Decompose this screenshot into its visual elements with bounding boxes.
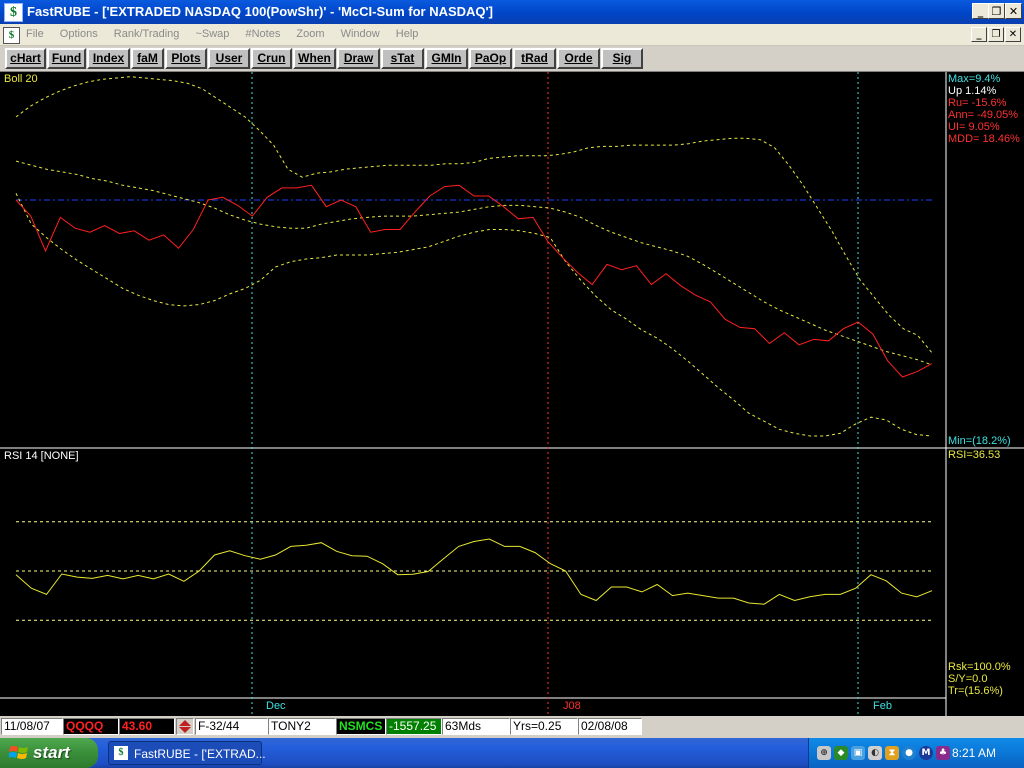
stat-up: Up 1.14% bbox=[948, 85, 997, 97]
status-bar: 11/08/07 QQQQ 43.60 F-32/44 TONY2 NSMCS … bbox=[0, 716, 1024, 738]
menu-bar: $ File Options Rank/Trading ~Swap #Notes… bbox=[0, 24, 1024, 46]
index-button[interactable]: Index bbox=[87, 48, 130, 69]
dollar-app-icon[interactable]: $ bbox=[4, 3, 23, 22]
when-button[interactable]: When bbox=[293, 48, 336, 69]
filter-field[interactable]: F-32/44 bbox=[195, 718, 268, 735]
rsi-panel-title: RSI 14 [NONE] bbox=[4, 450, 79, 462]
menu-file[interactable]: File bbox=[26, 28, 44, 40]
plots-button[interactable]: Plots bbox=[165, 48, 207, 69]
rsi-line bbox=[15, 538, 933, 605]
close-button[interactable]: ✕ bbox=[1005, 3, 1022, 19]
windows-logo-icon bbox=[9, 746, 28, 759]
upper-band-line bbox=[15, 76, 933, 354]
system-clock: 8:21 AM bbox=[952, 746, 997, 760]
stat-rsi: RSI=36.53 bbox=[948, 449, 1001, 461]
chart-canvas[interactable] bbox=[0, 72, 1024, 716]
m-app-icon[interactable]: M bbox=[919, 746, 933, 760]
boll-panel-title: Boll 20 bbox=[4, 73, 38, 85]
stat-button[interactable]: sTat bbox=[381, 48, 424, 69]
menu-zoom[interactable]: Zoom bbox=[296, 28, 324, 40]
taskbar-app-label: FastRUBE - ['EXTRAD... bbox=[134, 747, 266, 761]
price-line bbox=[15, 184, 933, 378]
network-icon[interactable]: ⊕ bbox=[817, 746, 831, 760]
lower-band-line bbox=[15, 193, 933, 437]
stat-ann: Ann= -49.05% bbox=[948, 109, 1019, 121]
trad-button[interactable]: tRad bbox=[513, 48, 556, 69]
ticker-field[interactable]: QQQQ bbox=[63, 718, 119, 735]
menu-help[interactable]: Help bbox=[396, 28, 419, 40]
doc-close-button[interactable]: ✕ bbox=[1005, 27, 1021, 42]
x-label-dec: Dec bbox=[266, 700, 286, 712]
gmin-button[interactable]: GMIn bbox=[425, 48, 468, 69]
paop-button[interactable]: PaOp bbox=[469, 48, 512, 69]
orde-button[interactable]: Orde bbox=[557, 48, 600, 69]
menu-notes[interactable]: #Notes bbox=[245, 28, 280, 40]
taskbar-app-button[interactable]: $ FastRUBE - ['EXTRAD... bbox=[108, 741, 266, 765]
menu-swap[interactable]: ~Swap bbox=[195, 28, 229, 40]
menu-window[interactable]: Window bbox=[341, 28, 380, 40]
title-bar: $ FastRUBE - ['EXTRADED NASDAQ 100(PowSh… bbox=[0, 0, 1024, 24]
doc-minimize-button[interactable]: _ bbox=[971, 27, 987, 42]
stat-sy: S/Y=0.0 bbox=[948, 673, 988, 685]
middle-band-line bbox=[15, 160, 933, 366]
chart-area[interactable]: Boll 20 RSI 14 [NONE] Max=9.4% Up 1.14% … bbox=[0, 72, 1024, 716]
monitor-icon[interactable]: ▣ bbox=[851, 746, 865, 760]
x-label-feb: Feb bbox=[873, 700, 892, 712]
up-down-arrow-icon[interactable] bbox=[176, 718, 194, 735]
start-button[interactable]: start bbox=[0, 738, 98, 768]
end-date-field[interactable]: 02/08/08 bbox=[578, 718, 642, 735]
value-field: -1557.25 bbox=[386, 718, 442, 735]
years-field[interactable]: Yrs=0.25 bbox=[510, 718, 578, 735]
crun-button[interactable]: Crun bbox=[251, 48, 292, 69]
model-field[interactable]: NSMCS bbox=[336, 718, 386, 735]
window-title: FastRUBE - ['EXTRADED NASDAQ 100(PowShr)… bbox=[27, 4, 493, 19]
hourglass-icon[interactable]: ⧗ bbox=[885, 746, 899, 760]
security-icon[interactable]: ● bbox=[902, 746, 916, 760]
document-icon[interactable]: $ bbox=[3, 27, 20, 44]
period-field[interactable]: 63Mds bbox=[442, 718, 510, 735]
fam-button[interactable]: faM bbox=[131, 48, 164, 69]
user-field[interactable]: TONY2 bbox=[268, 718, 336, 735]
start-date-field[interactable]: 11/08/07 bbox=[1, 718, 63, 735]
chart-button[interactable]: cHart bbox=[5, 48, 46, 69]
stat-tr: Tr=(15.6%) bbox=[948, 685, 1003, 697]
user-button[interactable]: User bbox=[208, 48, 250, 69]
shield-icon[interactable]: ◆ bbox=[834, 746, 848, 760]
taskbar: start $ FastRUBE - ['EXTRAD... ⊕ ◆ ▣ ◐ ⧗… bbox=[0, 738, 1024, 768]
doc-restore-button[interactable]: ❐ bbox=[988, 27, 1004, 42]
sig-button[interactable]: Sig bbox=[601, 48, 643, 69]
stat-rsk: Rsk=100.0% bbox=[948, 661, 1011, 673]
x-label-j08: J08 bbox=[563, 700, 581, 712]
dollar-app-icon: $ bbox=[114, 746, 128, 760]
stat-ui: UI= 9.05% bbox=[948, 121, 1000, 133]
fund-button[interactable]: Fund bbox=[47, 48, 86, 69]
cards-icon[interactable]: ♣ bbox=[936, 746, 950, 760]
toolbar: cHart Fund Index faM Plots User Crun Whe… bbox=[0, 46, 1024, 72]
stat-mdd: MDD= 18.46% bbox=[948, 133, 1020, 145]
start-label: start bbox=[33, 743, 70, 762]
volume-icon[interactable]: ◐ bbox=[868, 746, 882, 760]
restore-button[interactable]: ❐ bbox=[988, 3, 1005, 19]
draw-button[interactable]: Draw bbox=[337, 48, 380, 69]
price-field: 43.60 bbox=[119, 718, 175, 735]
menu-options[interactable]: Options bbox=[60, 28, 98, 40]
stat-ru: Ru= -15.6% bbox=[948, 97, 1007, 109]
minimize-button[interactable]: _ bbox=[972, 3, 989, 19]
menu-rank-trading[interactable]: Rank/Trading bbox=[114, 28, 180, 40]
stat-min: Min=(18.2%) bbox=[948, 435, 1011, 447]
stat-max: Max=9.4% bbox=[948, 73, 1001, 85]
